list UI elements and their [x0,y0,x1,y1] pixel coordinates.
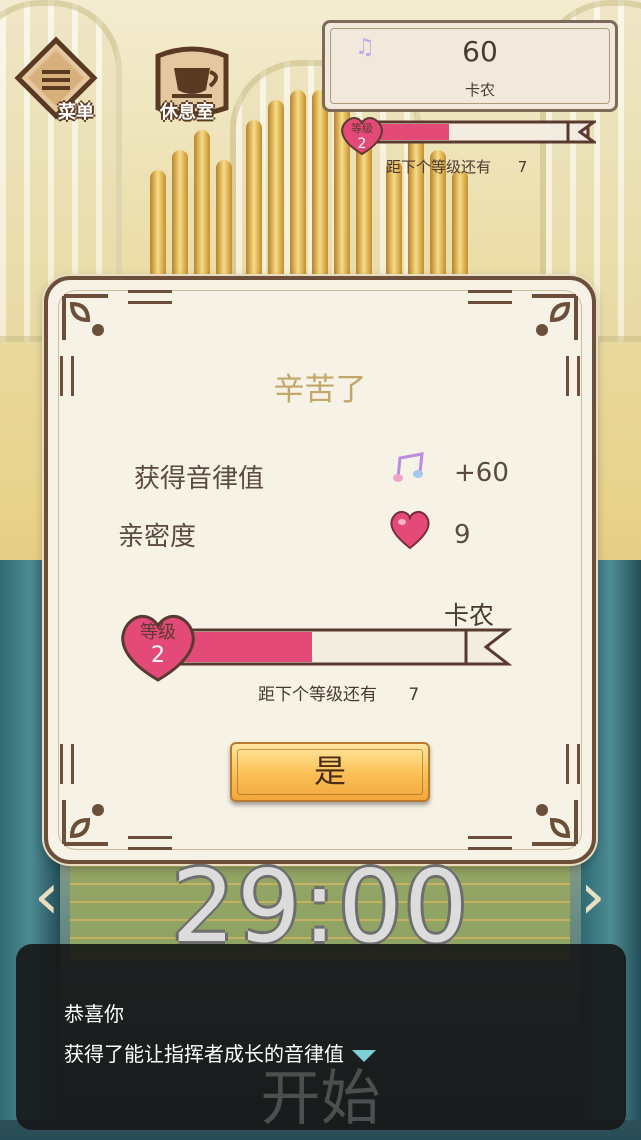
ornament-icon [532,294,578,340]
hud-level-bar: 等级 2 [336,114,599,158]
music-note-icon [393,452,424,482]
hud-next-level-value: 7 [517,158,528,176]
advance-arrow-icon[interactable] [352,1049,376,1062]
message-speaker: 恭喜你 [64,1002,124,1026]
next-level-value: 7 [408,685,420,705]
level-label: 等级 [140,622,176,643]
melody-value-panel: ♫ 60 卡农 [322,20,618,112]
message-body: 获得了能让指挥者成长的音律值 [64,1042,344,1066]
ornament-icon [532,800,578,846]
ornament-bars [60,744,74,784]
level-number: 2 [151,643,165,668]
ornament-bars [128,290,172,304]
message-text: 获得了能让指挥者成长的音律值 [64,1038,376,1067]
confirm-button[interactable]: 是 [230,742,430,802]
ornament-bars [566,744,580,784]
result-dialog: 辛苦了 获得音律值 +60 亲密度 9 卡农 等级 2 距下个等级还有 7 是 [44,276,596,864]
melody-value: 60 [462,35,498,68]
intimacy-label: 亲密度 [118,522,197,552]
hud-next-level-text: 距下个等级还有 [386,158,492,176]
rest-room-label[interactable]: 休息室 [160,98,214,124]
next-level-text: 距下个等级还有 [258,685,377,705]
next-level: 距下个等级还有 7 [258,680,419,705]
menu-label[interactable]: 菜单 [58,98,94,124]
ornament-bars [468,290,512,304]
hud-next-level: 距下个等级还有 7 [386,156,527,177]
intimacy-value: 9 [454,520,471,550]
melody-character-name: 卡农 [464,81,495,99]
dialog-title: 辛苦了 [273,372,367,408]
melody-gain-label: 获得音律值 [134,464,265,494]
ornament-icon [62,294,108,340]
heart-icon [390,510,430,550]
hud-level-number: 2 [358,136,367,152]
melody-gain-value: +60 [454,458,509,488]
ornament-icon [62,800,108,846]
hud-level-label: 等级 [351,121,373,135]
